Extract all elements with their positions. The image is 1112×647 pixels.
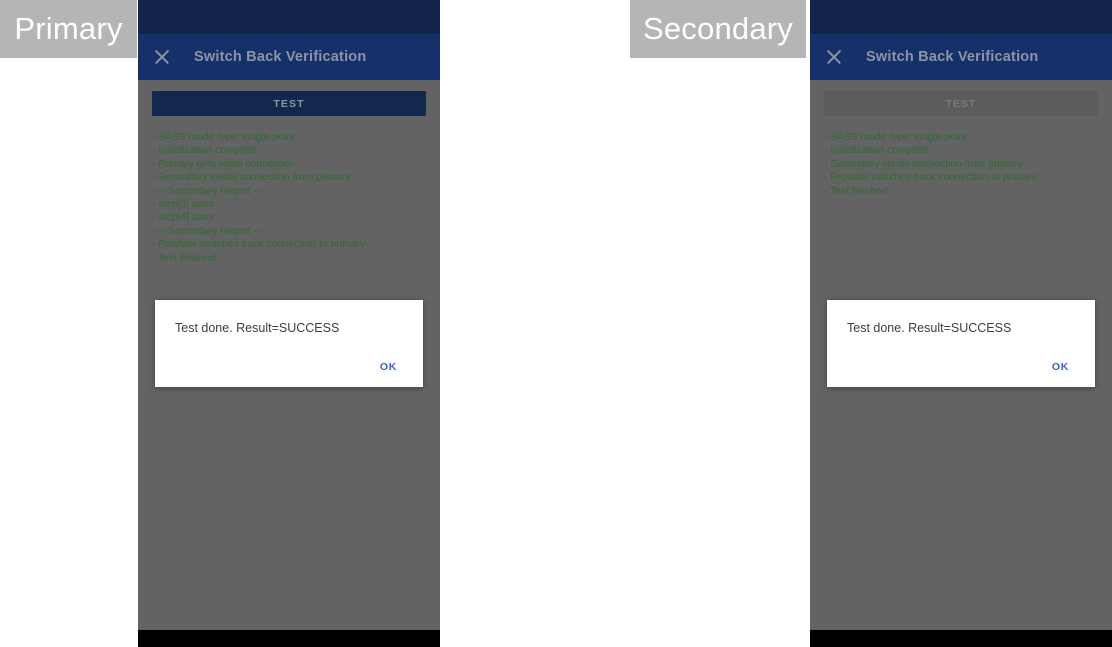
- result-dialog: Test done. Result=SUCCESS OK: [155, 300, 423, 387]
- log-line: - Provider switches back connection to p…: [824, 172, 1037, 184]
- system-navigation-bar: [138, 630, 440, 647]
- log-line: - Secondary steals connection from prima…: [824, 158, 1023, 170]
- dialog-message: Test done. Result=SUCCESS: [847, 321, 1012, 335]
- log-line: - step[3] pass: [152, 199, 214, 211]
- role-label-secondary: Secondary: [630, 0, 806, 58]
- log-line: - SASS mode type: single-point: [824, 132, 968, 143]
- log-line: - Test finished: [824, 185, 888, 197]
- app-toolbar: Switch Back Verification: [810, 34, 1112, 80]
- device-screen-secondary: Switch Back Verification TEST - SASS mod…: [810, 0, 1112, 647]
- dialog-ok-button[interactable]: OK: [1050, 357, 1071, 377]
- log-output: - SASS mode type: single-point - Initial…: [824, 131, 1098, 198]
- log-line: - Test finished: [152, 252, 216, 264]
- close-icon[interactable]: [824, 47, 844, 67]
- app-toolbar: Switch Back Verification: [138, 34, 440, 80]
- test-button[interactable]: TEST: [152, 91, 426, 116]
- system-navigation-bar: [810, 630, 1112, 647]
- log-line: - Secondary steals connection from prima…: [152, 172, 351, 184]
- log-line: - Provider switches back connection to p…: [152, 239, 365, 251]
- result-dialog: Test done. Result=SUCCESS OK: [827, 300, 1095, 387]
- dialog-actions: OK: [847, 357, 1075, 377]
- close-icon[interactable]: [152, 47, 172, 67]
- status-bar: [138, 0, 440, 34]
- log-line: - -- Secondary Report --: [152, 185, 261, 197]
- test-button: TEST: [824, 91, 1098, 116]
- log-line: - SASS mode type: single-point: [152, 132, 296, 143]
- status-bar: [810, 0, 1112, 34]
- dialog-actions: OK: [175, 357, 403, 377]
- device-screen-primary: Switch Back Verification TEST - SASS mod…: [138, 0, 440, 647]
- toolbar-title: Switch Back Verification: [866, 49, 1039, 65]
- log-line: - step[4] pass: [152, 212, 214, 224]
- dialog-message: Test done. Result=SUCCESS: [175, 321, 340, 335]
- log-line: - Initialization complete: [152, 145, 257, 157]
- toolbar-title: Switch Back Verification: [194, 49, 367, 65]
- log-line: - -- Secondary Report --: [152, 225, 261, 237]
- log-output: - SASS mode type: single-point - Initial…: [152, 131, 426, 265]
- log-line: - Initialization complete: [824, 145, 929, 157]
- log-line: - Primary gets initial connection: [152, 158, 296, 170]
- role-label-primary: Primary: [0, 0, 137, 58]
- dialog-ok-button[interactable]: OK: [378, 357, 399, 377]
